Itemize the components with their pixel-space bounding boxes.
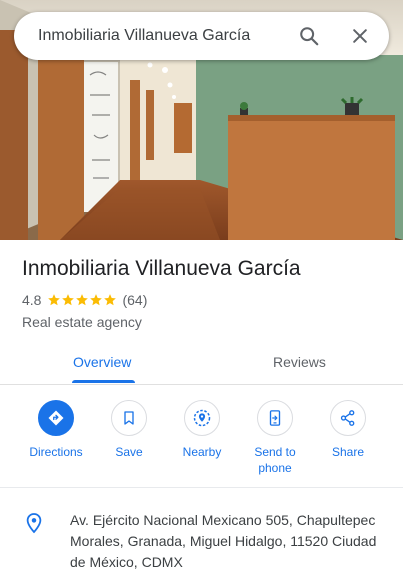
send-to-phone-button[interactable]: Send to phone (238, 400, 312, 476)
star-icon (90, 294, 103, 306)
star-icon (62, 294, 75, 306)
nearby-button[interactable]: Nearby (165, 400, 239, 460)
directions-icon (48, 410, 64, 426)
divider (0, 487, 403, 488)
directions-button[interactable]: Directions (19, 400, 93, 460)
search-bar (14, 12, 389, 60)
location-pin-icon (25, 512, 43, 539)
star-rating (47, 293, 117, 307)
share-label: Share (331, 445, 365, 459)
star-icon (76, 294, 89, 306)
action-row: Directions Save Nearby Send to phone Sha… (0, 400, 403, 486)
save-button[interactable]: Save (92, 400, 166, 460)
star-icon (104, 294, 117, 306)
bookmark-icon (124, 411, 134, 425)
place-title: Inmobiliaria Villanueva García (22, 257, 301, 280)
place-category: Real estate agency (22, 314, 142, 330)
tab-overview[interactable]: Overview (73, 354, 131, 370)
tab-bar: Overview Reviews (0, 343, 403, 385)
search-icon[interactable] (297, 24, 321, 48)
close-icon[interactable] (348, 24, 372, 48)
share-button[interactable]: Share (311, 400, 385, 460)
star-icon (48, 294, 61, 306)
rating-row[interactable]: 4.8 (64) (22, 292, 147, 308)
place-address[interactable]: Av. Ejército Nacional Mexicano 505, Chap… (70, 510, 390, 573)
save-label: Save (115, 445, 143, 459)
tab-selected-indicator (72, 380, 135, 383)
nearby-label: Nearby (182, 445, 222, 459)
review-count: (64) (122, 292, 148, 308)
rating-value: 4.8 (22, 292, 42, 308)
search-input[interactable] (38, 24, 297, 48)
send-to-phone-icon (269, 410, 281, 426)
send-to-phone-label: Send to phone (254, 445, 296, 475)
share-icon (340, 410, 355, 426)
directions-label: Directions (29, 445, 83, 459)
nearby-icon (193, 409, 211, 427)
tab-reviews[interactable]: Reviews (273, 354, 326, 370)
